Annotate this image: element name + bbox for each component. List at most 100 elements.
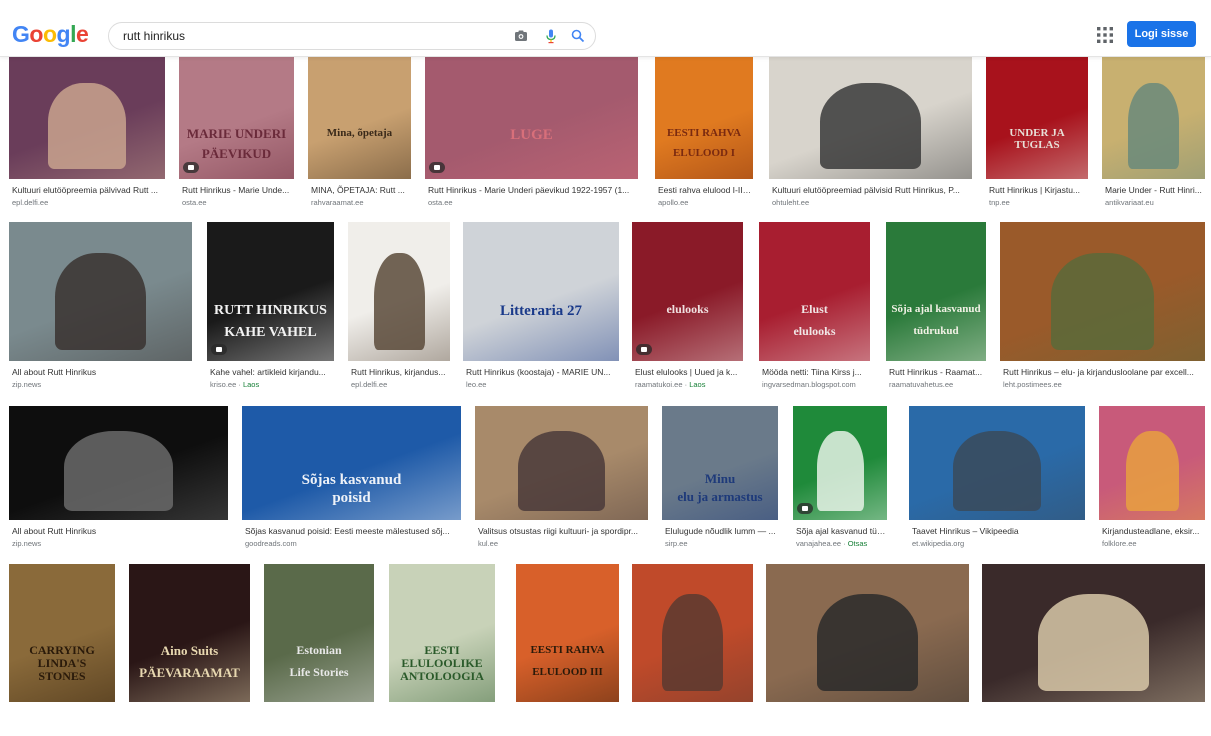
- result-source[interactable]: tnp.ee: [989, 198, 1087, 208]
- result-thumbnail[interactable]: [766, 564, 969, 702]
- result-title[interactable]: Rutt Hinrikus - Marie Underi päevikud 19…: [428, 185, 637, 196]
- result-thumbnail[interactable]: MARIE UNDERI PÄEVIKUD: [179, 56, 294, 179]
- image-result[interactable]: Marie Under - Rutt Hinri... antikvariaat.…: [1102, 56, 1205, 213]
- result-title[interactable]: MINA, ÕPETAJA: Rutt ...: [311, 185, 410, 196]
- result-thumbnail[interactable]: [9, 222, 192, 361]
- result-thumbnail[interactable]: [1000, 222, 1205, 361]
- image-result[interactable]: elulooks Elust elulooks | Uued ja k... raa…: [632, 222, 743, 395]
- result-thumbnail[interactable]: Litteraria 27: [463, 222, 619, 361]
- result-thumbnail[interactable]: [9, 56, 165, 179]
- result-source[interactable]: apollo.ee: [658, 198, 752, 208]
- camera-icon[interactable]: [513, 28, 529, 44]
- result-thumbnail[interactable]: EESTI RAHVA ELULOOD I: [655, 56, 753, 179]
- image-result[interactable]: Elust elulooks Mööda netti: Tiina Kirss j.…: [759, 222, 870, 395]
- image-result[interactable]: Minu elu ja armastus Elulugude nõudlik lum…: [662, 406, 778, 554]
- result-title[interactable]: Mööda netti: Tiina Kirss j...: [762, 367, 869, 378]
- result-title[interactable]: Rutt Hinrikus - Marie Unde...: [182, 185, 293, 196]
- image-result[interactable]: Sõja ajal kasvanud tüdr... vanajahea.ee ·…: [793, 406, 887, 554]
- image-result[interactable]: CARRYING LINDA'S STONES: [9, 564, 115, 736]
- result-thumbnail[interactable]: [475, 406, 648, 520]
- result-source[interactable]: rahvaraamat.ee: [311, 198, 410, 208]
- result-thumbnail[interactable]: EESTI ELULOOLIKE ANTOLOOGIA: [389, 564, 495, 702]
- image-result[interactable]: EESTI RAHVA ELULOOD I Eesti rahva elulood …: [655, 56, 753, 213]
- result-thumbnail[interactable]: elulooks: [632, 222, 743, 361]
- image-result[interactable]: Kirjandusteadlane, eksir... folklore.ee: [1099, 406, 1205, 554]
- result-title[interactable]: Rutt Hinrikus (koostaja) - MARIE UN...: [466, 367, 618, 378]
- image-result[interactable]: All about Rutt Hinrikus zip.news: [9, 406, 228, 554]
- result-title[interactable]: Taavet Hinrikus – Vikipeedia: [912, 526, 1084, 537]
- result-source[interactable]: vanajahea.ee · Otsas: [796, 539, 886, 549]
- result-thumbnail[interactable]: [909, 406, 1085, 520]
- result-title[interactable]: Valitsus otsustas riigi kultuuri- ja spo…: [478, 526, 647, 537]
- result-title[interactable]: Elust elulooks | Uued ja k...: [635, 367, 742, 378]
- image-result[interactable]: Rutt Hinrikus – elu- ja kirjandusloolane…: [1000, 222, 1205, 395]
- result-thumbnail[interactable]: Minu elu ja armastus: [662, 406, 778, 520]
- result-thumbnail[interactable]: Aino Suits PÄEVARAAMAT: [129, 564, 250, 702]
- image-result[interactable]: Kultuuri elutööpreemiad pälvisid Rutt Hi…: [769, 56, 972, 213]
- result-title[interactable]: Rutt Hinrikus | Kirjastu...: [989, 185, 1087, 196]
- result-title[interactable]: Kahe vahel: artikleid kirjandu...: [210, 367, 333, 378]
- search-icon[interactable]: [570, 28, 586, 44]
- image-result[interactable]: Mina, õpetaja MINA, ÕPETAJA: Rutt ... rahv…: [308, 56, 411, 213]
- image-result[interactable]: Aino Suits PÄEVARAAMAT: [129, 564, 250, 736]
- result-source[interactable]: leht.postimees.ee: [1003, 380, 1204, 390]
- image-result[interactable]: Valitsus otsustas riigi kultuuri- ja spo…: [475, 406, 648, 554]
- result-thumbnail[interactable]: Elust elulooks: [759, 222, 870, 361]
- apps-grid-icon[interactable]: [1096, 26, 1114, 44]
- result-source[interactable]: osta.ee: [428, 198, 637, 208]
- image-result[interactable]: Estonian Life Stories: [264, 564, 374, 736]
- result-thumbnail[interactable]: LUGE: [425, 56, 638, 179]
- result-source[interactable]: zip.news: [12, 380, 191, 390]
- google-logo[interactable]: Google: [12, 19, 89, 49]
- result-thumbnail[interactable]: [793, 406, 887, 520]
- result-title[interactable]: Kultuuri elutööpreemiad pälvisid Rutt Hi…: [772, 185, 971, 196]
- image-result[interactable]: LUGE Rutt Hinrikus - Marie Underi päeviku…: [425, 56, 638, 213]
- result-thumbnail[interactable]: Sõjas kasvanud poisid: [242, 406, 461, 520]
- result-title[interactable]: All about Rutt Hinrikus: [12, 526, 227, 537]
- result-title[interactable]: Marie Under - Rutt Hinri...: [1105, 185, 1204, 196]
- image-result[interactable]: Taavet Hinrikus – Vikipeedia et.wikipedia…: [909, 406, 1085, 554]
- image-result[interactable]: [632, 564, 753, 736]
- image-result[interactable]: Sõja ajal kasvanud tüdrukud Rutt Hinrikus …: [886, 222, 986, 395]
- result-source[interactable]: ingvarsedman.blogspot.com: [762, 380, 869, 390]
- result-title[interactable]: Rutt Hinrikus – elu- ja kirjandusloolane…: [1003, 367, 1204, 378]
- result-thumbnail[interactable]: [348, 222, 450, 361]
- result-thumbnail[interactable]: [982, 564, 1205, 702]
- result-source[interactable]: antikvariaat.eu: [1105, 198, 1204, 208]
- result-title[interactable]: Rutt Hinrikus, kirjandus...: [351, 367, 449, 378]
- image-result[interactable]: Litteraria 27 Rutt Hinrikus (koostaja) - …: [463, 222, 619, 395]
- result-thumbnail[interactable]: [632, 564, 753, 702]
- image-result[interactable]: MARIE UNDERI PÄEVIKUD Rutt Hinrikus - Mari…: [179, 56, 294, 213]
- result-source[interactable]: kul.ee: [478, 539, 647, 549]
- image-result[interactable]: Sõjas kasvanud poisid Sõjas kasvanud poisi…: [242, 406, 461, 554]
- image-result[interactable]: EESTI ELULOOLIKE ANTOLOOGIA: [389, 564, 495, 736]
- result-thumbnail[interactable]: [1099, 406, 1205, 520]
- result-source[interactable]: et.wikipedia.org: [912, 539, 1084, 549]
- result-source[interactable]: sirp.ee: [665, 539, 777, 549]
- result-title[interactable]: Elulugude nõudlik lumm — ...: [665, 526, 777, 537]
- image-result[interactable]: All about Rutt Hinrikus zip.news: [9, 222, 192, 395]
- image-result[interactable]: Rutt Hinrikus, kirjandus... epl.delfi.ee: [348, 222, 450, 395]
- result-title[interactable]: Rutt Hinrikus - Raamat...: [889, 367, 985, 378]
- search-input[interactable]: [123, 27, 493, 45]
- result-title[interactable]: Kirjandusteadlane, eksir...: [1102, 526, 1204, 537]
- result-source[interactable]: epl.delfi.ee: [12, 198, 164, 208]
- result-source[interactable]: zip.news: [12, 539, 227, 549]
- result-source[interactable]: kriso.ee · Laos: [210, 380, 333, 390]
- image-result[interactable]: [982, 564, 1205, 736]
- result-thumbnail[interactable]: CARRYING LINDA'S STONES: [9, 564, 115, 702]
- result-title[interactable]: Eesti rahva elulood I-II -...: [658, 185, 752, 196]
- image-result[interactable]: RUTT HINRIKUS KAHE VAHEL Kahe vahel: artik…: [207, 222, 334, 395]
- result-source[interactable]: folklore.ee: [1102, 539, 1204, 549]
- image-result[interactable]: Kultuuri elutööpreemia pälvivad Rutt ...…: [9, 56, 165, 213]
- result-title[interactable]: Sõjas kasvanud poisid: Eesti meeste mäle…: [245, 526, 460, 537]
- result-source[interactable]: epl.delfi.ee: [351, 380, 449, 390]
- result-source[interactable]: goodreads.com: [245, 539, 460, 549]
- image-result[interactable]: EESTI RAHVA ELULOOD III: [516, 564, 619, 736]
- result-thumbnail[interactable]: EESTI RAHVA ELULOOD III: [516, 564, 619, 702]
- result-thumbnail[interactable]: Sõja ajal kasvanud tüdrukud: [886, 222, 986, 361]
- result-thumbnail[interactable]: [1102, 56, 1205, 179]
- result-thumbnail[interactable]: [9, 406, 228, 520]
- sign-in-button[interactable]: Logi sisse: [1127, 21, 1196, 47]
- result-thumbnail[interactable]: Mina, õpetaja: [308, 56, 411, 179]
